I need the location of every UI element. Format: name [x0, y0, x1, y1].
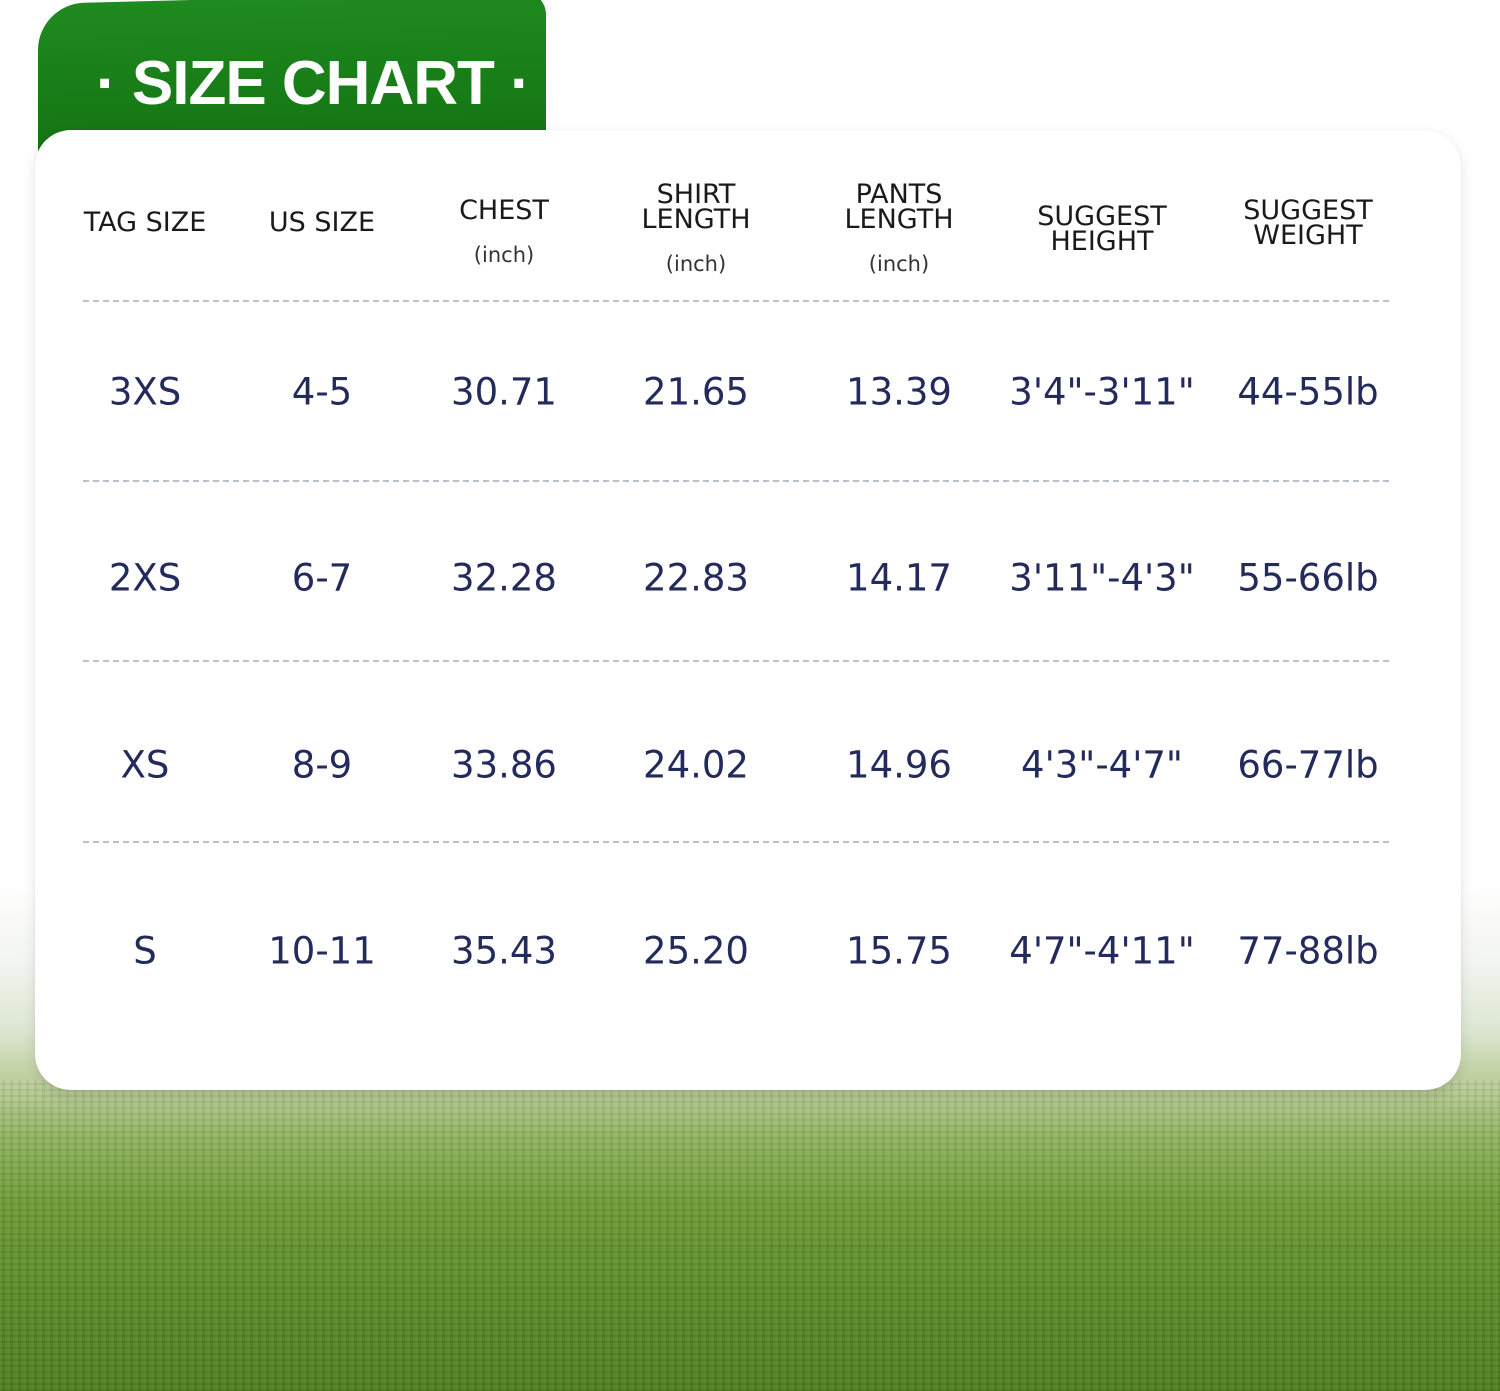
- size-chart-title: · SIZE CHART ·: [96, 49, 531, 118]
- table-cell: 3'4"-3'11": [1009, 370, 1195, 414]
- table-cell: 14.17: [846, 556, 952, 600]
- table-cell: 32.28: [451, 556, 557, 600]
- table-cell: 3XS: [108, 370, 182, 414]
- table-cell: 24.02: [643, 743, 749, 787]
- table-cell: 4'7"-4'11": [1009, 929, 1195, 973]
- table-cell: 66-77lb: [1237, 743, 1379, 787]
- table-cell: 13.39: [846, 370, 952, 414]
- table-cell: 44-55lb: [1237, 370, 1379, 414]
- table-cell: 2XS: [108, 556, 182, 600]
- column-header-line: LENGTH: [641, 204, 751, 235]
- row-divider: [83, 480, 1389, 482]
- column-header-line: LENGTH: [844, 204, 954, 235]
- column-header-line: CHEST: [459, 195, 549, 226]
- table-cell: 6-7: [291, 556, 353, 600]
- column-header-2: US SIZE: [268, 207, 376, 238]
- table-cell: 33.86: [451, 743, 557, 787]
- row-divider: [83, 660, 1389, 662]
- table-cell: S: [133, 929, 157, 973]
- table-cell: 8-9: [291, 743, 353, 787]
- column-header-line: TAG SIZE: [83, 207, 207, 238]
- row-divider: [83, 300, 1389, 302]
- column-header-5: PANTS LENGTH (inch): [844, 181, 954, 277]
- column-header-6: SUGGEST HEIGHT: [1037, 203, 1166, 257]
- column-header-line: HEIGHT: [1050, 226, 1154, 257]
- column-header-7: SUGGEST WEIGHT: [1243, 197, 1372, 251]
- table-cell: 55-66lb: [1237, 556, 1379, 600]
- table-cell: 30.71: [451, 370, 557, 414]
- column-header-line: WEIGHT: [1253, 220, 1363, 251]
- table-cell: 4'3"-4'7": [1021, 743, 1183, 787]
- table-cell: 21.65: [643, 370, 749, 414]
- column-header-4: SHIRT LENGTH (inch): [641, 181, 751, 277]
- table-cell: 14.96: [846, 743, 952, 787]
- table-cell: 22.83: [643, 556, 749, 600]
- column-header-line: US SIZE: [268, 207, 376, 238]
- table-cell: 15.75: [846, 929, 952, 973]
- table-cell: XS: [120, 743, 170, 787]
- column-unit: (inch): [473, 243, 535, 267]
- table-cell: 25.20: [643, 929, 749, 973]
- table-cell: 3'11"-4'3": [1009, 556, 1195, 600]
- column-header-3: CHEST (inch): [459, 195, 549, 268]
- row-divider: [83, 841, 1389, 843]
- table-cell: 77-88lb: [1237, 929, 1379, 973]
- column-unit: (inch): [868, 252, 930, 276]
- table-cell: 4-5: [291, 370, 353, 414]
- size-chart-card: TAG SIZE US SIZE CHEST (inch) SHIRT LENGTH (in…: [35, 130, 1461, 1090]
- table-cell: 10-11: [268, 929, 376, 973]
- column-header-1: TAG SIZE: [83, 207, 207, 238]
- grass-texture: [0, 1080, 1500, 1391]
- column-unit: (inch): [665, 252, 727, 276]
- table-cell: 35.43: [451, 929, 557, 973]
